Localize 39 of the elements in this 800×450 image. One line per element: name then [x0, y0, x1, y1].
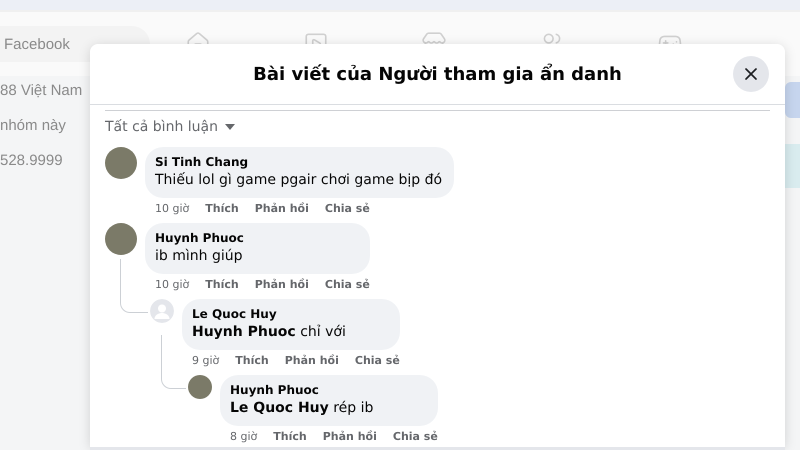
comment-action-link[interactable]: Chia sẻ	[354, 354, 400, 367]
comment-text: ib mình giúp	[155, 247, 244, 266]
mention-link[interactable]: Le Quoc Huy	[230, 400, 329, 416]
comment-author[interactable]: Huynh Phuoc	[230, 382, 426, 398]
comment-action-link[interactable]: Phản hồi	[284, 354, 339, 367]
comment-action-link[interactable]: Chia sẻ	[324, 202, 370, 215]
comment-text: Thiếu lol gì game pgair chơi game bịp đó	[155, 171, 442, 190]
comment-author[interactable]: Si Tinh Chang	[155, 154, 442, 170]
avatar-photo[interactable]	[105, 147, 137, 179]
comment-action-link[interactable]: Phản hồi	[254, 278, 309, 291]
mention-link[interactable]: Huynh Phuoc	[192, 324, 296, 340]
side-card	[785, 144, 800, 188]
comment-action-link[interactable]: Phản hồi	[322, 430, 377, 443]
close-button[interactable]	[733, 56, 769, 92]
comment-action-link[interactable]: Thích	[205, 278, 239, 291]
sidebar-text: 528.9999	[0, 152, 64, 169]
caret-icon	[224, 123, 236, 131]
comment-author[interactable]: Huynh Phuoc	[155, 230, 358, 246]
comment-text: chỉ với	[300, 324, 346, 340]
avatar-photo[interactable]	[105, 223, 137, 255]
comment-time[interactable]: 10 giờ	[155, 202, 190, 215]
sidebar-text: 88 Việt Nam	[0, 82, 84, 99]
comment-action-link[interactable]: Thích	[205, 202, 239, 215]
comment-time[interactable]: 10 giờ	[155, 278, 190, 291]
comment-text: rép ib	[333, 400, 374, 416]
thread-line	[161, 335, 186, 389]
comment-action-link[interactable]: Phản hồi	[254, 202, 309, 215]
dialog-title: Bài viết của Người tham gia ẩn danh	[253, 64, 622, 84]
comment-time[interactable]: 9 giờ	[192, 354, 220, 367]
comment-filter-dropdown[interactable]: Tất cả bình luận	[105, 119, 236, 135]
comment-time[interactable]: 8 giờ	[230, 430, 258, 443]
comment-action-link[interactable]: Chia sẻ	[324, 278, 370, 291]
comment-author[interactable]: Le Quoc Huy	[192, 306, 388, 322]
thread-line	[120, 259, 148, 313]
comment-action-link[interactable]: Thích	[235, 354, 269, 367]
sidebar-text: nhóm này	[0, 117, 67, 134]
avatar-photo[interactable]	[188, 375, 212, 399]
comment-action-link[interactable]: Thích	[273, 430, 307, 443]
comment-action-link[interactable]: Chia sẻ	[392, 430, 438, 443]
